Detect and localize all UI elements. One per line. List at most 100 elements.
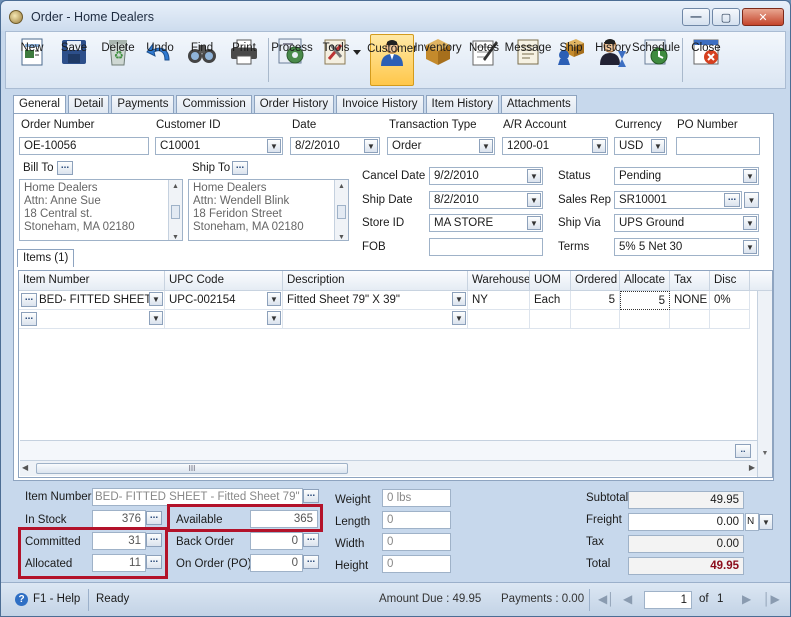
toolbar-find-button[interactable]: Find	[182, 34, 222, 86]
address-scrollbar[interactable]: ▲ ▼	[168, 180, 182, 241]
column-header-upc-code[interactable]: UPC Code	[165, 271, 283, 291]
column-header-disc[interactable]: Disc	[710, 271, 750, 291]
chevron-down-icon[interactable]: ▼	[743, 216, 757, 230]
ship-via-select[interactable]: UPS Ground ▼	[614, 214, 759, 232]
back-order-lookup-button[interactable]: ...	[303, 533, 319, 547]
chevron-down-icon[interactable]: ▼	[267, 139, 281, 153]
first-page-icon[interactable]: ◀│	[598, 592, 615, 606]
row-lookup-button[interactable]: ...	[21, 293, 37, 307]
length-field[interactable]: 0	[382, 511, 451, 529]
chevron-down-icon[interactable]: ▼	[267, 292, 281, 306]
bill-to-lookup-button[interactable]: ...	[57, 161, 73, 175]
column-header-allocate[interactable]: Allocate	[620, 271, 670, 291]
chevron-down-icon[interactable]: ▼	[527, 193, 541, 207]
toolbar-save-button[interactable]: Save	[54, 34, 94, 86]
order-number-field[interactable]: OE-10056	[19, 137, 149, 155]
chevron-down-icon[interactable]: ▼	[743, 169, 757, 183]
toolbar-process-button[interactable]: Process	[270, 34, 314, 86]
chevron-down-icon[interactable]: ▼	[527, 169, 541, 183]
freight-code-field[interactable]: N	[745, 513, 759, 531]
new-row-ordered-cell[interactable]	[571, 310, 620, 329]
currency-select[interactable]: USD ▼	[614, 137, 667, 155]
help-label[interactable]: F1 - Help	[33, 593, 80, 605]
tab-invoice-history[interactable]: Invoice History	[336, 95, 424, 114]
ship-to-lookup-button[interactable]: ...	[232, 161, 248, 175]
sales-rep-field[interactable]: SR10001 ...	[614, 191, 742, 209]
chevron-down-icon[interactable]: ▼	[743, 240, 757, 254]
last-page-icon[interactable]: │▶	[763, 592, 780, 606]
tab-attachments[interactable]: Attachments	[500, 95, 577, 114]
table-row-ordered-cell[interactable]: 5	[571, 291, 620, 310]
row-lookup-button[interactable]: ...	[21, 312, 37, 326]
toolbar-message-button[interactable]: Message	[505, 34, 551, 86]
chevron-down-icon[interactable]: ▼	[527, 216, 541, 230]
chevron-down-icon[interactable]: ▼	[452, 292, 466, 306]
tab-item-history[interactable]: Item History	[425, 95, 499, 114]
chevron-down-icon[interactable]: ▼	[149, 292, 163, 306]
cancel-date-picker[interactable]: 9/2/2010 ▼	[429, 167, 543, 185]
toolbar-ship-button[interactable]: Ship	[552, 34, 590, 86]
width-field[interactable]: 0	[382, 533, 451, 551]
toolbar-customer-button[interactable]: Customer	[367, 34, 417, 86]
page-number-field[interactable]: 1	[644, 591, 692, 609]
scroll-thumb[interactable]	[171, 205, 180, 219]
table-row-description-cell[interactable]: Fitted Sheet 79" X 39" ▼	[283, 291, 468, 310]
tab-order-history[interactable]: Order History	[253, 95, 335, 114]
toolbar-delete-button[interactable]: ♻ Delete	[96, 34, 140, 86]
freight-code-dropdown[interactable]: ▼	[759, 514, 773, 530]
new-row-disc-cell[interactable]	[710, 310, 750, 329]
grid-vertical-scrollbar[interactable]: ▼	[757, 291, 772, 477]
scroll-thumb[interactable]	[337, 205, 346, 219]
toolbar-schedule-button[interactable]: Schedule	[632, 34, 680, 86]
toolbar-notes-button[interactable]: Notes	[464, 34, 504, 86]
in-stock-field[interactable]: 376	[92, 510, 146, 528]
toolbar-print-button[interactable]: Print	[224, 34, 264, 86]
tab-general[interactable]: General	[13, 95, 66, 115]
close-window-button[interactable]: ✕	[742, 8, 784, 26]
chevron-down-icon[interactable]: ▼	[267, 311, 281, 325]
item-number-lookup-button[interactable]: ...	[303, 489, 319, 503]
on-order-lookup-button[interactable]: ...	[303, 555, 319, 569]
terms-select[interactable]: 5% 5 Net 30 ▼	[614, 238, 759, 256]
chevron-down-icon[interactable]: ▼	[452, 311, 466, 325]
table-row-uom-cell[interactable]: Each	[530, 291, 571, 310]
status-select[interactable]: Pending ▼	[614, 167, 759, 185]
ar-account-select[interactable]: 1200-01 ▼	[502, 137, 608, 155]
table-row-allocate-cell[interactable]: 5	[620, 291, 670, 310]
scroll-thumb[interactable]: III	[36, 463, 348, 474]
chevron-down-icon[interactable]: ▼	[651, 139, 665, 153]
customer-id-select[interactable]: C10001 ▼	[155, 137, 283, 155]
new-row-tax-cell[interactable]	[670, 310, 710, 329]
tab-payments[interactable]: Payments	[111, 95, 175, 114]
back-order-field[interactable]: 0	[250, 532, 303, 550]
grid-horizontal-scrollbar[interactable]: ◀ III ▶	[20, 460, 757, 476]
address-scrollbar[interactable]: ▲ ▼	[334, 180, 348, 241]
minimize-button[interactable]: —	[682, 8, 710, 26]
chevron-down-icon[interactable]: ▼	[479, 139, 493, 153]
po-number-field[interactable]	[676, 137, 760, 155]
column-header-uom[interactable]: UOM	[530, 271, 571, 291]
maximize-button[interactable]: ▢	[712, 8, 740, 26]
table-row-warehouse-cell[interactable]: NY	[468, 291, 530, 310]
new-row-allocate-cell[interactable]	[620, 310, 670, 329]
date-picker[interactable]: 8/2/2010 ▼	[290, 137, 380, 155]
column-header-ordered[interactable]: Ordered	[571, 271, 620, 291]
sales-rep-dropdown-button[interactable]: ▼	[744, 192, 759, 208]
column-header-warehouse[interactable]: Warehouse	[468, 271, 530, 291]
column-header-description[interactable]: Description	[283, 271, 468, 291]
previous-page-icon[interactable]: ◀	[623, 592, 632, 606]
chevron-down-icon[interactable]: ▼	[149, 311, 163, 325]
toolbar-undo-button[interactable]: Undo	[140, 34, 180, 86]
new-row-warehouse-cell[interactable]	[468, 310, 530, 329]
tab-items[interactable]: Items (1)	[17, 249, 75, 267]
sales-rep-lookup-button[interactable]: ...	[724, 193, 740, 207]
ship-date-picker[interactable]: 8/2/2010 ▼	[429, 191, 543, 209]
column-header-item-number[interactable]: Item Number	[19, 271, 165, 291]
next-page-icon[interactable]: ▶	[742, 592, 751, 606]
column-header-tax[interactable]: Tax	[670, 271, 710, 291]
tab-commission[interactable]: Commission	[176, 95, 252, 114]
fob-field[interactable]	[429, 238, 543, 256]
new-row-uom-cell[interactable]	[530, 310, 571, 329]
toolbar-close-button[interactable]: Close	[686, 34, 726, 86]
height-field[interactable]: 0	[382, 555, 451, 573]
